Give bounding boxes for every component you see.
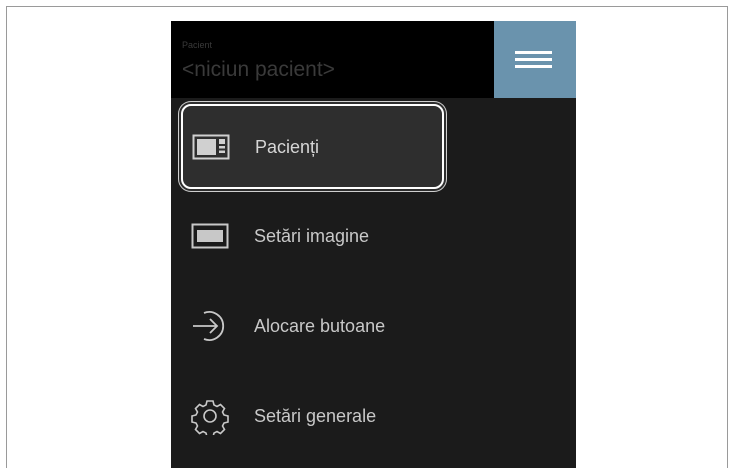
menu-item-pacienti[interactable]: Pacienți bbox=[181, 104, 444, 189]
menu-item-label: Alocare butoane bbox=[254, 316, 386, 336]
patient-value: <niciun pacient> bbox=[182, 58, 335, 81]
patient-label: Pacient bbox=[182, 40, 213, 50]
arrow-enter-circle-icon bbox=[193, 311, 225, 341]
device-screen: Pacient <niciun pacient> Pacienți Setări… bbox=[171, 21, 576, 468]
menu-item-label: Pacienți bbox=[255, 137, 320, 157]
menu-item-setari-imagine[interactable]: Setări imagine bbox=[181, 194, 444, 279]
gear-icon bbox=[191, 400, 229, 435]
image-frame-icon bbox=[191, 223, 229, 249]
menu-item-label: Setări generale bbox=[254, 406, 377, 426]
patient-header: Pacient <niciun pacient> bbox=[171, 21, 576, 98]
menu-item-label: Setări imagine bbox=[254, 226, 370, 246]
menu-button[interactable] bbox=[494, 21, 576, 98]
menu-item-alocare-butoane[interactable]: Alocare butoane bbox=[181, 284, 444, 369]
menu-item-setari-generale[interactable]: Setări generale bbox=[181, 374, 444, 459]
patient-card-icon bbox=[192, 134, 230, 160]
